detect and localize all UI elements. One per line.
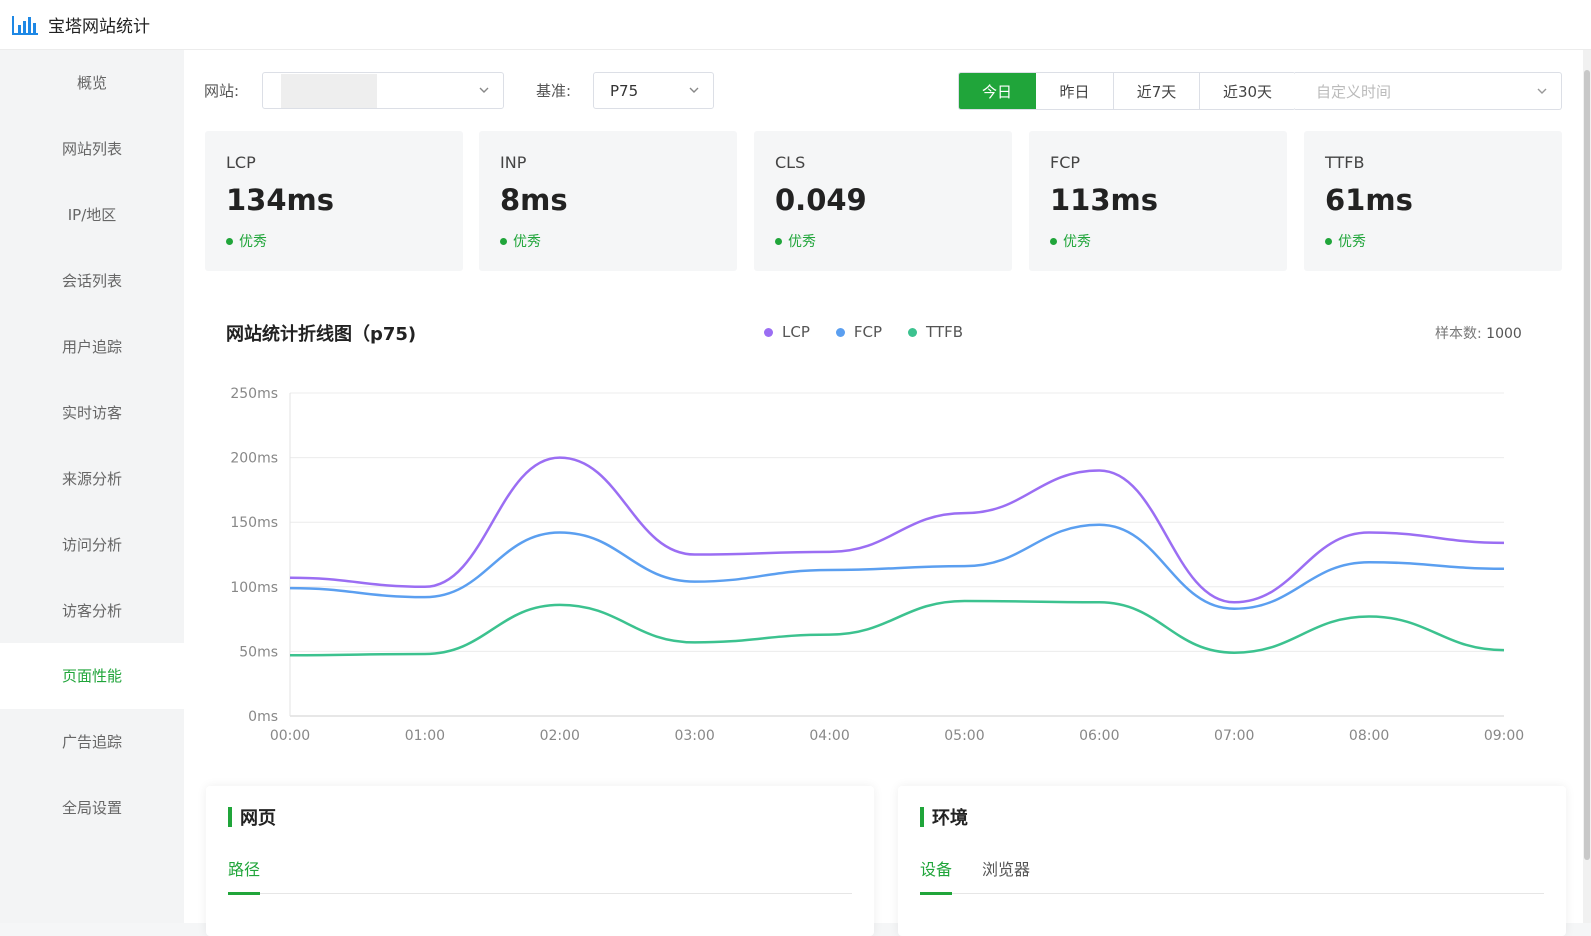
tab-device[interactable]: 设备 (920, 856, 953, 895)
legend-dot-icon (835, 327, 845, 337)
sample-count-value: 1000 (1486, 326, 1522, 342)
status-dot-icon (226, 237, 233, 245)
panel-webpage: 网页 路径 (206, 786, 874, 936)
legend-label: LCP (782, 323, 810, 341)
baseline-label: 基准: (536, 82, 572, 100)
panel-title: 网页 (228, 804, 276, 830)
sidebar-item-overview[interactable]: 概览 (0, 50, 184, 116)
range-today-button[interactable]: 今日 (959, 73, 1036, 109)
metric-card-inp: INP 8ms 优秀 (479, 131, 737, 271)
legend-item-fcp[interactable]: FCP (835, 323, 883, 341)
legend-label: TTFB (926, 323, 964, 341)
panel-title: 环境 (920, 804, 968, 830)
status-dot-icon (1325, 237, 1332, 245)
app-title: 宝塔网站统计 (48, 17, 150, 37)
range-yesterday-button[interactable]: 昨日 (1036, 73, 1114, 109)
site-select[interactable] (262, 72, 504, 109)
baseline-select[interactable]: P75 (593, 72, 714, 109)
metric-status: 优秀 (775, 231, 816, 251)
app-header: 宝塔网站统计 (0, 0, 1591, 50)
sidebar-item-sources[interactable]: 来源分析 (0, 445, 184, 511)
panel-tabs: 设备 浏览器 (920, 856, 1544, 895)
status-dot-icon (775, 237, 782, 245)
metric-status-label: 优秀 (788, 234, 816, 250)
sidebar-item-visits[interactable]: 访问分析 (0, 511, 184, 577)
range-7days-button[interactable]: 近7天 (1114, 73, 1200, 109)
metric-card-cls: CLS 0.049 优秀 (754, 131, 1012, 271)
metric-card-fcp: FCP 113ms 优秀 (1029, 131, 1287, 271)
chart-legend: LCP FCP TTFB (764, 323, 989, 341)
site-label: 网站: (204, 82, 240, 100)
metric-status: 优秀 (500, 231, 541, 251)
metric-card-ttfb: TTFB 61ms 优秀 (1304, 131, 1562, 271)
metric-status-label: 优秀 (239, 234, 267, 250)
range-30days-button[interactable]: 近30天 (1200, 73, 1295, 109)
baseline-select-value: P75 (610, 81, 639, 100)
tab-path[interactable]: 路径 (228, 856, 261, 895)
sample-count-label: 样本数: (1435, 326, 1482, 342)
date-range-group: 今日 昨日 近7天 近30天 (958, 72, 1296, 110)
metric-value: 61ms (1325, 183, 1413, 217)
metric-status: 优秀 (1325, 231, 1366, 251)
metric-status: 优秀 (226, 231, 267, 251)
sidebar-item-global-settings[interactable]: 全局设置 (0, 775, 184, 841)
metric-status-label: 优秀 (1338, 234, 1366, 250)
chart-title: 网站统计折线图（p75) (226, 324, 417, 345)
sample-count: 样本数: 1000 (1435, 323, 1522, 343)
title-accent-bar (228, 807, 232, 827)
sidebar-item-user-tracking[interactable]: 用户追踪 (0, 314, 184, 380)
metric-status-label: 优秀 (1063, 234, 1091, 250)
chevron-down-icon (689, 87, 699, 93)
chevron-down-icon (1537, 88, 1547, 94)
custom-date-picker[interactable]: 自定义时间 (1295, 72, 1562, 110)
bar-chart-icon (12, 15, 38, 35)
metric-value: 8ms (500, 183, 568, 217)
metric-value: 134ms (226, 183, 335, 217)
sidebar: 概览 网站列表 IP/地区 会话列表 用户追踪 实时访客 来源分析 访问分析 访… (0, 50, 184, 923)
metric-value: 0.049 (775, 183, 867, 217)
metric-name: INP (500, 153, 527, 172)
panel-tabs: 路径 (228, 856, 852, 895)
legend-item-lcp[interactable]: LCP (764, 323, 810, 341)
metric-card-lcp: LCP 134ms 优秀 (205, 131, 463, 271)
site-value-mask (281, 74, 377, 108)
metric-name: CLS (775, 153, 806, 172)
scrollbar-thumb[interactable] (1584, 70, 1590, 860)
metric-status-label: 优秀 (513, 234, 541, 250)
legend-item-ttfb[interactable]: TTFB (908, 323, 963, 341)
panel-title-text: 环境 (932, 808, 968, 829)
sidebar-item-visitors[interactable]: 访客分析 (0, 577, 184, 643)
custom-date-placeholder: 自定义时间 (1316, 82, 1392, 101)
sidebar-item-ad-tracking[interactable]: 广告追踪 (0, 709, 184, 775)
legend-dot-icon (908, 327, 918, 337)
metric-status: 优秀 (1050, 231, 1091, 251)
sidebar-item-page-performance[interactable]: 页面性能 (0, 643, 184, 709)
status-dot-icon (1050, 237, 1057, 245)
sidebar-item-site-list[interactable]: 网站列表 (0, 116, 184, 182)
panel-environment: 环境 设备 浏览器 (898, 786, 1566, 936)
metric-name: LCP (226, 153, 256, 172)
title-accent-bar (920, 807, 924, 827)
legend-dot-icon (764, 327, 773, 337)
metric-value: 113ms (1050, 183, 1159, 217)
sidebar-item-ip-region[interactable]: IP/地区 (0, 182, 184, 248)
sidebar-item-sessions[interactable]: 会话列表 (0, 248, 184, 314)
metric-name: FCP (1050, 153, 1081, 172)
scrollbar[interactable] (1583, 50, 1591, 923)
tab-browser[interactable]: 浏览器 (982, 856, 1030, 894)
chevron-down-icon (479, 87, 489, 93)
sidebar-item-realtime[interactable]: 实时访客 (0, 379, 184, 445)
metric-name: TTFB (1325, 153, 1365, 172)
status-dot-icon (500, 237, 507, 245)
legend-label: FCP (853, 323, 883, 341)
panel-title-text: 网页 (240, 808, 276, 829)
